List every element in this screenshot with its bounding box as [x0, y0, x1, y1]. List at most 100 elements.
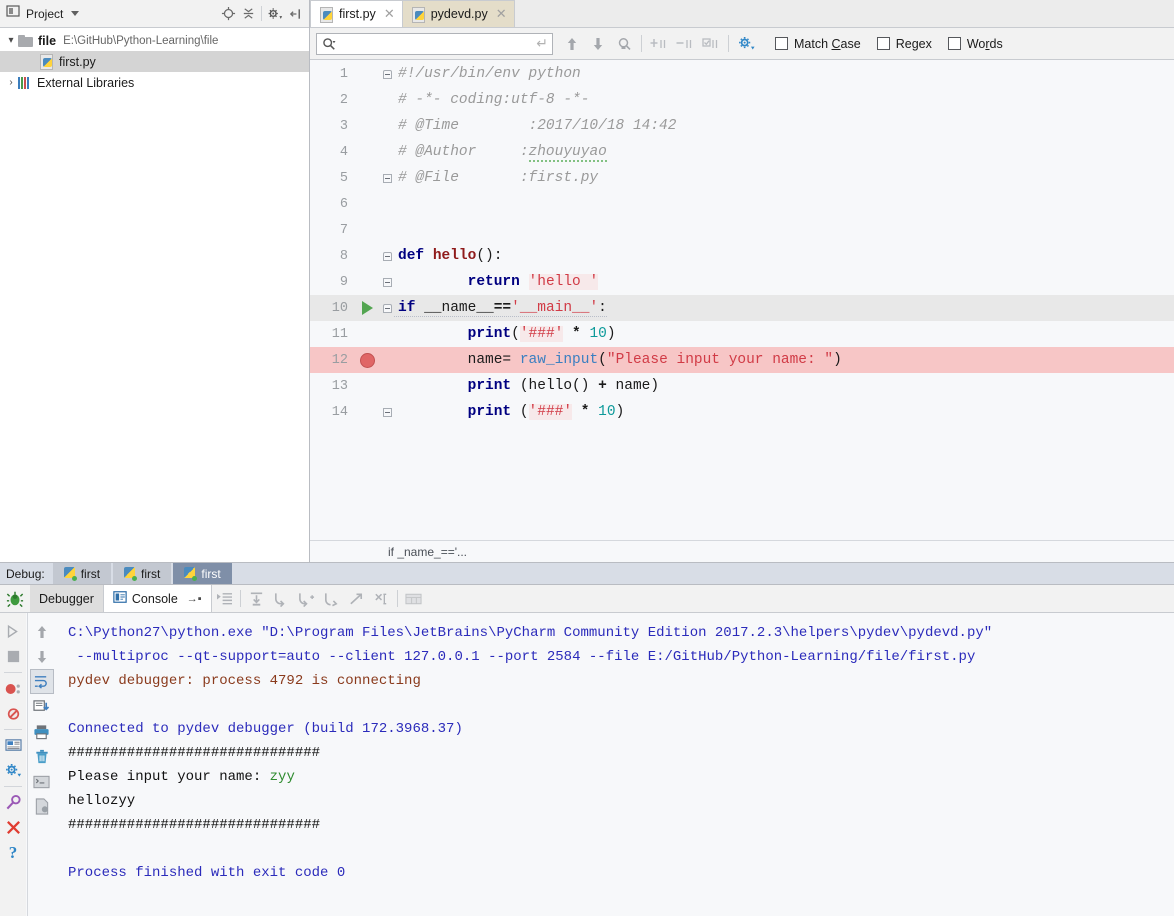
code-line[interactable]: 4 # @Author :zhouyuyao — [310, 139, 1174, 165]
code-line[interactable]: 8 def hello(): — [310, 243, 1174, 269]
python-run-icon — [63, 567, 77, 581]
fold-marker[interactable] — [380, 69, 394, 79]
mute-breakpoints-icon[interactable] — [1, 701, 25, 726]
code-line[interactable]: 7 — [310, 217, 1174, 243]
find-toolbar: ↵ Match Case Regex Words — [310, 28, 1174, 60]
find-next-icon[interactable] — [585, 31, 611, 57]
settings-gear-icon[interactable] — [265, 4, 285, 24]
help-icon[interactable]: ? — [1, 840, 25, 865]
step-over-icon[interactable] — [244, 586, 269, 612]
select-all-occurrences-icon[interactable] — [698, 31, 724, 57]
pin-indicator-icon[interactable]: →▪ — [187, 593, 202, 605]
run-to-cursor-icon[interactable] — [344, 586, 369, 612]
debug-session-tab-2[interactable]: first — [113, 563, 172, 584]
twisty-collapsed-icon[interactable]: › — [4, 77, 18, 88]
twisty-expanded-icon[interactable]: ▾ — [4, 35, 18, 46]
code-text: # @File :first.py — [398, 170, 599, 186]
code-text: # -*- coding:utf-8 -*- — [398, 92, 590, 108]
code-line[interactable]: 6 — [310, 191, 1174, 217]
code-line[interactable]: 13 print (hello() + name) — [310, 373, 1174, 399]
tree-node-first-py[interactable]: first.py — [0, 51, 309, 72]
close-icon[interactable] — [1, 815, 25, 840]
settings-gear-icon[interactable] — [1, 758, 25, 783]
console-line-input-prompt: Please input your name: zyy — [68, 769, 295, 785]
run-line-icon[interactable] — [354, 301, 380, 315]
divider — [4, 786, 22, 787]
find-previous-icon[interactable] — [559, 31, 585, 57]
tab-console[interactable]: Console →▪ — [103, 585, 212, 612]
code-line[interactable]: 1 #!/usr/bin/env python — [310, 61, 1174, 87]
view-breakpoints-table-icon[interactable] — [401, 586, 426, 612]
project-tree[interactable]: ▾ file E:\GitHub\Python-Learning\file fi… — [0, 28, 309, 93]
console-output[interactable]: C:\Python27\python.exe "D:\Program Files… — [56, 613, 1174, 916]
find-settings-gear-icon[interactable] — [733, 31, 759, 57]
checkbox-box[interactable] — [775, 37, 788, 50]
console-line: pydev debugger: process 4792 is connecti… — [68, 673, 421, 689]
scroll-down-icon[interactable] — [30, 644, 54, 669]
debug-session-tab-1[interactable]: first — [52, 563, 112, 584]
hide-panel-icon[interactable] — [285, 4, 305, 24]
find-in-selection-icon[interactable] — [611, 31, 637, 57]
checkbox-box[interactable] — [947, 37, 961, 50]
close-icon[interactable]: ✕ — [384, 6, 395, 22]
code-line[interactable]: 9 return 'hello ' — [310, 269, 1174, 295]
stop-icon[interactable] — [1, 644, 25, 669]
code-line[interactable]: 14 print ('###' * 10) — [310, 399, 1174, 425]
evaluate-expression-icon[interactable] — [369, 586, 394, 612]
remove-selection-icon[interactable] — [672, 31, 698, 57]
code-line-current[interactable]: 10 if __name__=='__main__': — [310, 295, 1174, 321]
soft-wrap-icon[interactable] — [29, 669, 54, 694]
debug-session-tab-3[interactable]: first — [173, 563, 232, 584]
collapse-all-icon[interactable] — [238, 4, 258, 24]
view-breakpoints-icon[interactable] — [1, 676, 25, 701]
chevron-down-icon[interactable] — [71, 11, 80, 16]
add-selection-icon[interactable] — [646, 31, 672, 57]
debug-toolbar: Debugger Console →▪ — [0, 585, 1174, 613]
locate-icon[interactable] — [218, 4, 238, 24]
tree-node-label: file — [38, 33, 57, 48]
resume-program-icon[interactable] — [1, 619, 25, 644]
editor-tab-label: pydevd.py — [430, 7, 488, 21]
code-editor[interactable]: 1 #!/usr/bin/env python 2 # -*- coding:u… — [310, 61, 1174, 540]
pin-tab-icon[interactable] — [1, 790, 25, 815]
code-line[interactable]: 11 print('###' * 10) — [310, 321, 1174, 347]
line-number: 6 — [339, 196, 348, 212]
project-view-icon[interactable] — [6, 4, 20, 23]
clear-all-icon[interactable] — [30, 744, 54, 769]
code-line[interactable]: 5 # @File :first.py — [310, 165, 1174, 191]
editor-tab-pydevd-py[interactable]: pydevd.py ✕ — [401, 0, 515, 27]
code-line[interactable]: 3 # @Time :2017/10/18 14:42 — [310, 113, 1174, 139]
words-checkbox[interactable]: Words — [947, 37, 1003, 51]
show-execution-point-icon[interactable] — [212, 586, 237, 612]
export-icon[interactable] — [30, 794, 54, 819]
breakpoint-icon[interactable] — [354, 352, 380, 368]
tab-debugger[interactable]: Debugger — [30, 585, 104, 612]
step-out-icon[interactable] — [319, 586, 344, 612]
search-icon[interactable] — [322, 37, 336, 51]
scroll-to-end-icon[interactable] — [30, 694, 54, 719]
print-icon[interactable] — [30, 719, 54, 744]
fold-marker[interactable] — [380, 303, 394, 313]
tree-node-file[interactable]: ▾ file E:\GitHub\Python-Learning\file — [0, 30, 309, 51]
regex-checkbox[interactable]: Regex — [876, 37, 932, 51]
breadcrumb[interactable]: if _name_=='... — [310, 540, 1174, 562]
restore-layout-icon[interactable] — [1, 733, 25, 758]
fold-marker[interactable] — [380, 251, 394, 261]
fold-marker[interactable] — [380, 277, 394, 287]
checkbox-box[interactable] — [876, 37, 890, 50]
search-input[interactable]: ↵ — [316, 32, 553, 55]
tree-node-external-libraries[interactable]: › External Libraries — [0, 72, 309, 93]
code-text: if __name__=='__main__': — [394, 300, 607, 317]
code-line[interactable]: 2 # -*- coding:utf-8 -*- — [310, 87, 1174, 113]
console-history-icon[interactable] — [30, 769, 54, 794]
force-step-into-icon[interactable] — [294, 586, 319, 612]
code-text: def hello(): — [398, 248, 503, 264]
scroll-up-icon[interactable] — [30, 619, 54, 644]
editor-tab-first-py[interactable]: first.py ✕ — [310, 0, 403, 27]
match-case-checkbox[interactable]: Match Case — [775, 37, 861, 51]
close-icon[interactable]: ✕ — [496, 6, 507, 22]
fold-marker[interactable] — [380, 173, 394, 183]
step-into-icon[interactable] — [269, 586, 294, 612]
fold-marker[interactable] — [380, 407, 394, 417]
code-line-breakpoint[interactable]: 12 name= raw_input("Please input your na… — [310, 347, 1174, 373]
